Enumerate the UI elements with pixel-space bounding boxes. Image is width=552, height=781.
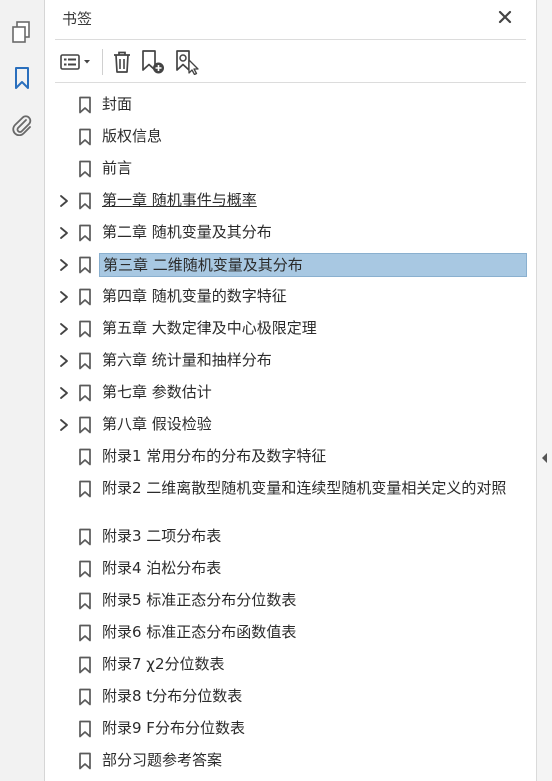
bookmark-row[interactable]: 第四章 随机变量的数字特征 — [45, 282, 536, 314]
chevron-right-icon[interactable] — [57, 322, 71, 336]
bookmark-item-icon — [78, 480, 92, 498]
bookmark-row[interactable]: 第七章 参数估计 — [45, 378, 536, 410]
chevron-right-icon[interactable] — [57, 386, 71, 400]
bookmark-item-icon — [78, 192, 92, 210]
chevron-right-icon[interactable] — [57, 226, 71, 240]
bookmark-row[interactable]: 第六章 统计量和抽样分布 — [45, 346, 536, 378]
bookmark-tree: 封面版权信息前言第一章 随机事件与概率 第二章 随机变量及其分布第三章 二维随机变… — [45, 90, 536, 778]
bookmark-item-icon — [78, 752, 92, 770]
new-bookmark-icon[interactable] — [136, 47, 170, 77]
bookmark-row[interactable]: 附录4 泊松分布表 — [45, 554, 536, 586]
collapse-arrow-icon[interactable] — [541, 449, 549, 463]
bookmark-row[interactable]: 第八章 假设检验 — [45, 410, 536, 442]
bookmark-label[interactable]: 第六章 统计量和抽样分布 — [99, 349, 275, 371]
bookmark-label[interactable]: 封面 — [99, 93, 135, 115]
bookmark-label[interactable]: 第二章 随机变量及其分布 — [99, 221, 275, 243]
chevron-right-icon[interactable] — [57, 290, 71, 304]
bookmark-label[interactable]: 附录9 F分布分位数表 — [99, 717, 248, 739]
bookmark-label[interactable]: 附录7 χ2分位数表 — [99, 653, 228, 675]
chevron-right-icon[interactable] — [57, 258, 71, 272]
bookmark-icon[interactable] — [10, 66, 34, 90]
bookmark-item-icon — [78, 128, 92, 146]
bookmark-item-icon — [78, 256, 92, 274]
bookmark-label[interactable]: 附录5 标准正态分布分位数表 — [99, 589, 299, 611]
bookmark-item-icon — [78, 688, 92, 706]
chevron-right-icon[interactable] — [57, 354, 71, 368]
bookmark-row[interactable]: 第二章 随机变量及其分布 — [45, 218, 536, 250]
bookmark-item-icon — [78, 656, 92, 674]
bookmark-label[interactable]: 附录8 t分布分位数表 — [99, 685, 245, 707]
bookmark-item-icon — [78, 96, 92, 114]
bookmark-row[interactable]: 第三章 二维随机变量及其分布 — [45, 250, 536, 282]
toolbar-divider — [102, 49, 103, 75]
bookmark-label[interactable]: 附录4 泊松分布表 — [99, 557, 224, 579]
attachment-icon[interactable] — [10, 112, 34, 136]
bookmark-row[interactable]: 第五章 大数定律及中心极限定理 — [45, 314, 536, 346]
chevron-right-icon[interactable] — [57, 418, 71, 432]
bookmark-item-icon — [78, 560, 92, 578]
bookmark-label[interactable]: 前言 — [99, 157, 135, 179]
bookmark-item-icon — [78, 160, 92, 178]
panel-splitter[interactable] — [536, 0, 552, 781]
bookmarks-toolbar — [57, 44, 204, 80]
divider — [55, 39, 526, 40]
bookmark-label[interactable]: 第三章 二维随机变量及其分布 — [99, 253, 527, 277]
bookmark-item-icon — [78, 352, 92, 370]
bookmark-item-icon — [78, 416, 92, 434]
bookmark-item-icon — [78, 448, 92, 466]
bookmark-row[interactable]: 版权信息 — [45, 122, 536, 154]
bookmark-label[interactable]: 第一章 随机事件与概率 — [99, 189, 260, 211]
bookmark-label[interactable]: 部分习题参考答案 — [99, 749, 225, 771]
bookmark-row[interactable]: 附录2 二维离散型随机变量和连续型随机变量相关定义的对照 — [45, 474, 536, 522]
chevron-right-icon[interactable] — [57, 194, 71, 208]
bookmark-row[interactable]: 附录9 F分布分位数表 — [45, 714, 536, 746]
bookmark-item-icon — [78, 720, 92, 738]
bookmark-item-icon — [78, 288, 92, 306]
bookmark-row[interactable]: 前言 — [45, 154, 536, 186]
bookmark-row[interactable]: 附录6 标准正态分布函数值表 — [45, 618, 536, 650]
bookmark-row[interactable]: 附录1 常用分布的分布及数字特征 — [45, 442, 536, 474]
divider — [55, 82, 526, 83]
bookmark-label[interactable]: 第七章 参数估计 — [99, 381, 215, 403]
bookmark-label[interactable]: 附录1 常用分布的分布及数字特征 — [99, 445, 329, 467]
bookmark-item-icon — [78, 320, 92, 338]
bookmark-item-icon — [78, 384, 92, 402]
bookmark-item-icon — [78, 592, 92, 610]
options-menu-icon[interactable] — [57, 47, 97, 77]
bookmark-item-icon — [78, 624, 92, 642]
bookmark-row[interactable]: 附录3 二项分布表 — [45, 522, 536, 554]
bookmark-item-icon — [78, 224, 92, 242]
bookmarks-panel: 书签 封面 版权信息 前言 第一章 随机事件与概率 第二章 随机变量及其分布 第… — [45, 0, 536, 781]
bookmark-label[interactable]: 附录3 二项分布表 — [99, 525, 224, 547]
bookmark-row[interactable]: 附录7 χ2分位数表 — [45, 650, 536, 682]
bookmark-row[interactable]: 附录8 t分布分位数表 — [45, 682, 536, 714]
close-icon[interactable] — [494, 6, 516, 28]
panel-title: 书签 — [62, 10, 93, 28]
bookmark-label[interactable]: 第四章 随机变量的数字特征 — [99, 285, 290, 307]
new-bookmark-from-structure-icon[interactable] — [170, 47, 204, 77]
bookmark-label[interactable]: 版权信息 — [99, 125, 165, 147]
bookmark-row[interactable]: 附录5 标准正态分布分位数表 — [45, 586, 536, 618]
pages-icon[interactable] — [10, 20, 34, 44]
bookmark-label[interactable]: 第八章 假设检验 — [99, 413, 215, 435]
bookmark-item-icon — [78, 528, 92, 546]
bookmark-row[interactable]: 部分习题参考答案 — [45, 746, 536, 778]
left-tool-rail — [0, 0, 45, 781]
bookmark-label[interactable]: 第五章 大数定律及中心极限定理 — [99, 317, 320, 339]
bookmark-row[interactable]: 第一章 随机事件与概率 — [45, 186, 536, 218]
bookmark-label[interactable]: 附录2 二维离散型随机变量和连续型随机变量相关定义的对照 — [99, 477, 529, 499]
delete-icon[interactable] — [108, 47, 136, 77]
bookmark-row[interactable]: 封面 — [45, 90, 536, 122]
bookmark-label[interactable]: 附录6 标准正态分布函数值表 — [99, 621, 299, 643]
